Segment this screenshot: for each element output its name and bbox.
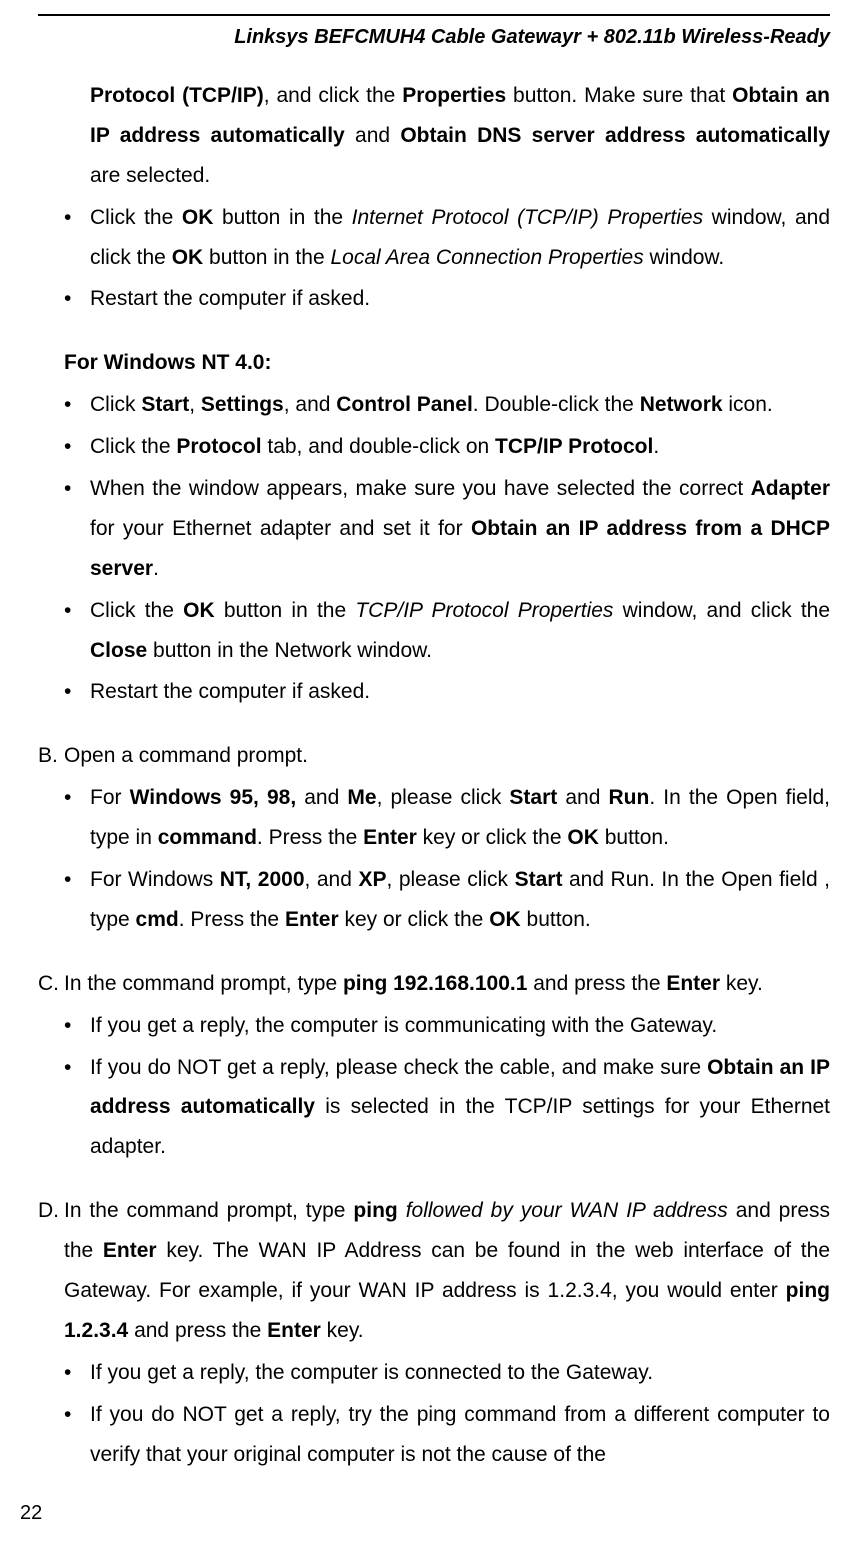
header-rule bbox=[38, 14, 830, 16]
nt-heading: For Windows NT 4.0: bbox=[64, 343, 830, 383]
bullet-icon: • bbox=[64, 778, 90, 858]
page-number: 22 bbox=[20, 1494, 42, 1532]
bullet-item: • Click the OK button in the TCP/IP Prot… bbox=[64, 591, 830, 671]
step-text: In the command prompt, type ping followe… bbox=[64, 1191, 830, 1351]
bullet-item: • Click Start, Settings, and Control Pan… bbox=[64, 385, 830, 425]
bullet-text: Click Start, Settings, and Control Panel… bbox=[90, 385, 830, 425]
bullet-icon: • bbox=[64, 469, 90, 589]
bullet-text: If you do NOT get a reply, try the ping … bbox=[90, 1395, 830, 1475]
bullet-text: If you do NOT get a reply, please check … bbox=[90, 1048, 830, 1168]
bullet-item: • If you do NOT get a reply, try the pin… bbox=[64, 1395, 830, 1475]
bullet-icon: • bbox=[64, 672, 90, 712]
bullet-icon: • bbox=[64, 1353, 90, 1393]
step-c: C. In the command prompt, type ping 192.… bbox=[38, 964, 830, 1004]
step-d: D. In the command prompt, type ping foll… bbox=[38, 1191, 830, 1351]
bullet-icon: • bbox=[64, 1395, 90, 1475]
bullet-text: If you get a reply, the computer is comm… bbox=[90, 1006, 830, 1046]
bullet-item: • Restart the computer if asked. bbox=[64, 279, 830, 319]
bullet-icon: • bbox=[64, 1006, 90, 1046]
bullet-icon: • bbox=[64, 591, 90, 671]
bullet-icon: • bbox=[64, 385, 90, 425]
bullet-icon: • bbox=[64, 198, 90, 278]
step-text: Open a command prompt. bbox=[64, 736, 830, 776]
bullet-text: For Windows NT, 2000, and XP, please cli… bbox=[90, 860, 830, 940]
bullet-icon: • bbox=[64, 427, 90, 467]
bullet-text: If you get a reply, the computer is conn… bbox=[90, 1353, 830, 1393]
bullet-item: • For Windows 95, 98, and Me, please cli… bbox=[64, 778, 830, 858]
header-title: Linksys BEFCMUH4 Cable Gatewayr + 802.11… bbox=[38, 18, 830, 56]
bullet-text: Click the OK button in the TCP/IP Protoc… bbox=[90, 591, 830, 671]
continuation-paragraph: Protocol (TCP/IP), and click the Propert… bbox=[90, 76, 830, 196]
bullet-text: When the window appears, make sure you h… bbox=[90, 469, 830, 589]
bullet-text: Restart the computer if asked. bbox=[90, 279, 830, 319]
bullet-text: Click the OK button in the Internet Prot… bbox=[90, 198, 830, 278]
page-content: Protocol (TCP/IP), and click the Propert… bbox=[38, 76, 830, 1475]
bullet-item: • Click the OK button in the Internet Pr… bbox=[64, 198, 830, 278]
bullet-icon: • bbox=[64, 1048, 90, 1168]
step-text: In the command prompt, type ping 192.168… bbox=[64, 964, 830, 1004]
bullet-icon: • bbox=[64, 279, 90, 319]
bullet-item: • Restart the computer if asked. bbox=[64, 672, 830, 712]
bullet-item: • If you do NOT get a reply, please chec… bbox=[64, 1048, 830, 1168]
letter-label: D. bbox=[38, 1191, 64, 1351]
bullet-item: • For Windows NT, 2000, and XP, please c… bbox=[64, 860, 830, 940]
bullet-icon: • bbox=[64, 860, 90, 940]
bullet-item: • Click the Protocol tab, and double-cli… bbox=[64, 427, 830, 467]
bullet-item: • If you get a reply, the computer is co… bbox=[64, 1006, 830, 1046]
step-b: B. Open a command prompt. bbox=[38, 736, 830, 776]
bullet-text: Click the Protocol tab, and double-click… bbox=[90, 427, 830, 467]
bullet-text: Restart the computer if asked. bbox=[90, 672, 830, 712]
letter-label: C. bbox=[38, 964, 64, 1004]
bullet-item: • When the window appears, make sure you… bbox=[64, 469, 830, 589]
letter-label: B. bbox=[38, 736, 64, 776]
bullet-text: For Windows 95, 98, and Me, please click… bbox=[90, 778, 830, 858]
bullet-item: • If you get a reply, the computer is co… bbox=[64, 1353, 830, 1393]
